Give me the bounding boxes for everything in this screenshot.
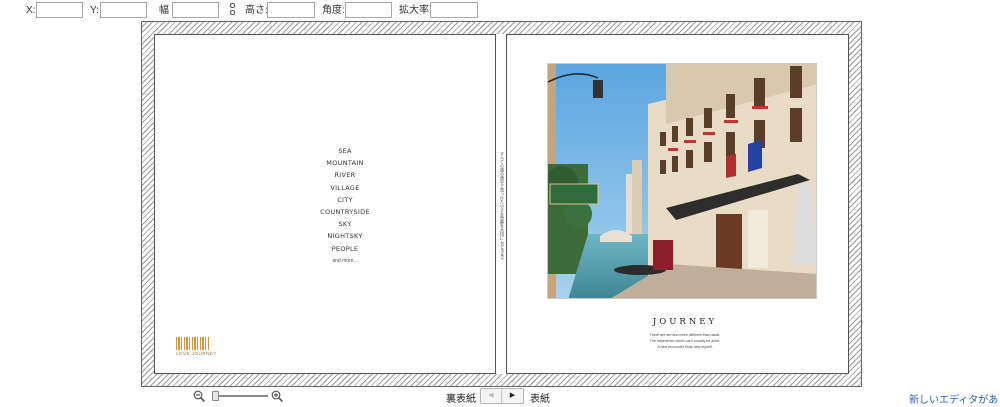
zoom-label: 拡大率:: [399, 5, 432, 16]
height-input[interactable]: [267, 2, 315, 18]
zoom-input[interactable]: [430, 2, 478, 18]
y-input[interactable]: [100, 2, 147, 18]
zoom-slider-thumb[interactable]: [212, 391, 220, 401]
y-label: Y:: [90, 5, 99, 16]
back-cover-label[interactable]: 裏表紙: [446, 390, 476, 405]
barcode-icon: [176, 337, 210, 350]
cover-subtitle: There are are and more different than us…: [620, 332, 750, 350]
word-item: SEA: [338, 147, 352, 155]
zoom-in-icon[interactable]: [271, 390, 283, 402]
x-label: X:: [26, 5, 36, 16]
angle-label: 角度:: [322, 5, 345, 16]
height-label: 高さ:: [245, 5, 268, 16]
width-input[interactable]: [172, 2, 219, 18]
barcode-logo: LOVE JOURNEY: [176, 337, 217, 357]
cover-sheet: SEA MOUNTAIN RIVER VILLAGE CITY COUNTRYS…: [154, 34, 849, 374]
word-item: NIGHTSKY: [327, 232, 363, 241]
angle-input[interactable]: [345, 2, 392, 18]
word-item: COUNTRYSIDE: [320, 207, 370, 216]
next-page-button[interactable]: ▶: [502, 389, 523, 403]
width-label: 幅: [159, 5, 169, 16]
cover-title: JOURNEY: [652, 317, 718, 327]
cover-editor-canvas[interactable]: SEA MOUNTAIN RIVER VILLAGE CITY COUNTRYS…: [141, 21, 862, 387]
new-editor-link[interactable]: 新しいエディタがあります: [909, 391, 1000, 406]
word-item: SKY: [338, 220, 352, 229]
x-input[interactable]: [36, 2, 83, 18]
barcode-text: LOVE JOURNEY: [176, 351, 217, 356]
properties-toolbar: X: Y: 幅 高さ: 角度: 拡大率:: [0, 0, 1000, 22]
word-item: RIVER: [334, 171, 356, 180]
word-item: CITY: [337, 195, 353, 204]
front-cover-label[interactable]: 表紙: [530, 390, 550, 405]
cover-photo[interactable]: [547, 63, 817, 299]
aspect-lock-icon[interactable]: [229, 3, 235, 17]
prev-page-button[interactable]: ◀: [481, 389, 502, 403]
zoom-out-icon[interactable]: [193, 390, 205, 402]
and-more-text: and more...: [332, 258, 358, 264]
page-pager: ◀ ▶: [480, 388, 524, 404]
word-item: VILLAGE: [330, 183, 360, 192]
back-cover-word-list: SEA MOUNTAIN RIVER VILLAGE CITY COUNTRYS…: [305, 145, 385, 255]
book-spine: すべての旅の途中で見つけた小さな奇跡を大切に JOURNEY: [495, 34, 507, 374]
spine-text: すべての旅の途中で見つけた小さな奇跡を大切に JOURNEY: [500, 152, 505, 261]
word-item: PEOPLE: [331, 244, 359, 253]
word-item: MOUNTAIN: [326, 159, 364, 168]
subtitle-line: A new encounter finds new myself.: [657, 345, 713, 349]
zoom-slider-track[interactable]: [212, 395, 268, 397]
